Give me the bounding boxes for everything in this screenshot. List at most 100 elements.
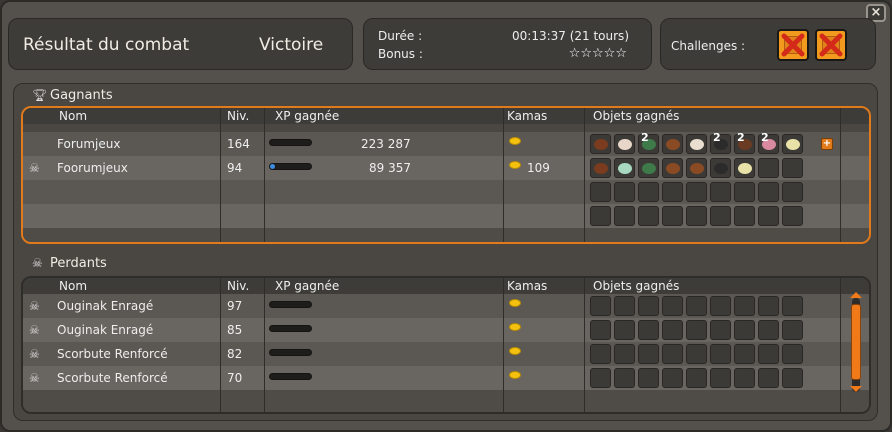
kamas-icon	[509, 161, 521, 169]
skull-icon: ☠	[29, 347, 40, 361]
empty-item-slot	[758, 368, 779, 388]
empty-item-slot	[686, 206, 707, 226]
empty-item-slot	[590, 206, 611, 226]
feather-icon[interactable]	[614, 158, 635, 178]
empty-item-slot	[710, 344, 731, 364]
empty-item-slot	[638, 182, 659, 202]
green-fish-icon[interactable]: 2	[638, 131, 659, 154]
empty-item-slot	[662, 344, 683, 364]
skull-icon: ☠	[29, 323, 40, 337]
monster-level: 85	[227, 323, 243, 337]
col-kamas: Kamas	[507, 279, 548, 293]
challenge-failed-icon[interactable]	[777, 29, 809, 61]
table-row[interactable]: ☠ Ouginak Enragé 85	[23, 318, 869, 342]
player-level: 164	[227, 137, 250, 151]
table-row[interactable]: Forumjeux 164 223 287 + 2222	[23, 131, 869, 156]
kamas-value: 109	[527, 161, 550, 175]
pelt-icon[interactable]	[662, 158, 683, 178]
player-level: 94	[227, 161, 243, 175]
empty-item-slot	[758, 344, 779, 364]
hide-icon[interactable]: 2	[734, 131, 755, 154]
empty-item-slot	[734, 182, 755, 202]
xp-bar	[269, 373, 312, 380]
more-items-button[interactable]: +	[821, 138, 833, 150]
empty-item-slot	[614, 296, 635, 316]
tail-icon[interactable]: 2	[710, 131, 731, 154]
table-row[interactable]: ☠ Scorbute Renforcé 70	[23, 366, 869, 390]
table-row[interactable]: ☠ Foorumjeux 94 89 357 109	[23, 156, 869, 180]
duration-label: Durée :	[378, 29, 423, 43]
empty-item-slot	[638, 368, 659, 388]
empty-item-slot	[590, 368, 611, 388]
trophy-icon: 🏆︎	[32, 88, 48, 102]
empty-item-slot	[734, 320, 755, 340]
table-row	[23, 180, 869, 204]
pink-creature-icon[interactable]: 2	[758, 131, 779, 154]
leather-strap-icon[interactable]	[590, 134, 611, 154]
challenge-failed-icon[interactable]	[815, 29, 847, 61]
empty-item-slot	[590, 344, 611, 364]
wing-icon[interactable]	[686, 158, 707, 178]
empty-item-slot	[758, 206, 779, 226]
empty-item-slot	[782, 206, 803, 226]
empty-item-slot	[782, 320, 803, 340]
col-name: Nom	[59, 279, 88, 293]
table-row[interactable]: ☠ Scorbute Renforcé 82	[23, 342, 869, 366]
scroll-up-arrow-icon[interactable]	[850, 292, 862, 298]
table-row[interactable]: ☠ Ouginak Enragé 97	[23, 294, 869, 318]
challenges-panel: Challenges :	[660, 18, 876, 70]
empty-item-slot	[638, 206, 659, 226]
duration-panel: Durée : 00:13:37 (21 tours) Bonus : ☆☆☆☆…	[363, 18, 652, 70]
winners-table: Nom Niv. XP gagnée Kamas Objets gagnés F…	[21, 106, 871, 244]
empty-item-slot	[758, 320, 779, 340]
empty-item-slot	[662, 368, 683, 388]
kamas-icon	[509, 299, 521, 307]
monster-name: Scorbute Renforcé	[57, 347, 168, 361]
empty-item-slot	[614, 206, 635, 226]
skull-icon: ☠	[29, 371, 40, 385]
xp-bar	[269, 325, 312, 332]
empty-item-slot	[782, 182, 803, 202]
monster-name: Ouginak Enragé	[57, 323, 154, 337]
losers-title: ☠ Perdants	[32, 256, 107, 271]
scroll-down-arrow-icon[interactable]	[850, 386, 862, 392]
empty-item-slot	[758, 296, 779, 316]
table-footer	[23, 390, 869, 412]
winners-title: 🏆︎ Gagnants	[32, 88, 113, 103]
bone-icon[interactable]	[734, 158, 755, 178]
bone-icon[interactable]	[782, 134, 803, 154]
empty-item-slot	[710, 206, 731, 226]
empty-item-slot	[686, 368, 707, 388]
claw-icon[interactable]	[686, 134, 707, 154]
col-kamas: Kamas	[507, 109, 548, 123]
empty-item-slot	[710, 182, 731, 202]
player-name: Foorumjeux	[57, 161, 128, 175]
result-value: Victoire	[259, 35, 324, 55]
empty-item-slot	[710, 320, 731, 340]
empty-item-slot	[686, 182, 707, 202]
col-items: Objets gagnés	[593, 279, 680, 293]
scroll-thumb[interactable]	[851, 304, 861, 380]
col-name: Nom	[59, 109, 88, 123]
meat-icon[interactable]	[614, 134, 635, 154]
empty-item-slot	[662, 296, 683, 316]
tail-icon[interactable]	[710, 158, 731, 178]
empty-item-slot	[614, 368, 635, 388]
xp-bar	[269, 139, 312, 146]
empty-item-slot	[638, 296, 659, 316]
pelt-icon[interactable]	[662, 134, 683, 154]
scrollbar[interactable]	[849, 292, 863, 392]
empty-item-slot	[638, 344, 659, 364]
monster-name: Ouginak Enragé	[57, 299, 154, 313]
empty-item-slot	[710, 296, 731, 316]
empty-item-slot	[734, 296, 755, 316]
green-fish-icon[interactable]	[638, 158, 659, 178]
col-items: Objets gagnés	[593, 109, 680, 123]
challenges-label: Challenges :	[671, 39, 746, 53]
empty-item-slot	[662, 320, 683, 340]
xp-bar	[269, 349, 312, 356]
leather-strap-icon[interactable]	[590, 158, 611, 178]
table-header: Nom Niv. XP gagnée Kamas Objets gagnés	[23, 108, 869, 124]
table-header: Nom Niv. XP gagnée Kamas Objets gagnés	[23, 278, 869, 294]
player-name: Forumjeux	[57, 137, 121, 151]
